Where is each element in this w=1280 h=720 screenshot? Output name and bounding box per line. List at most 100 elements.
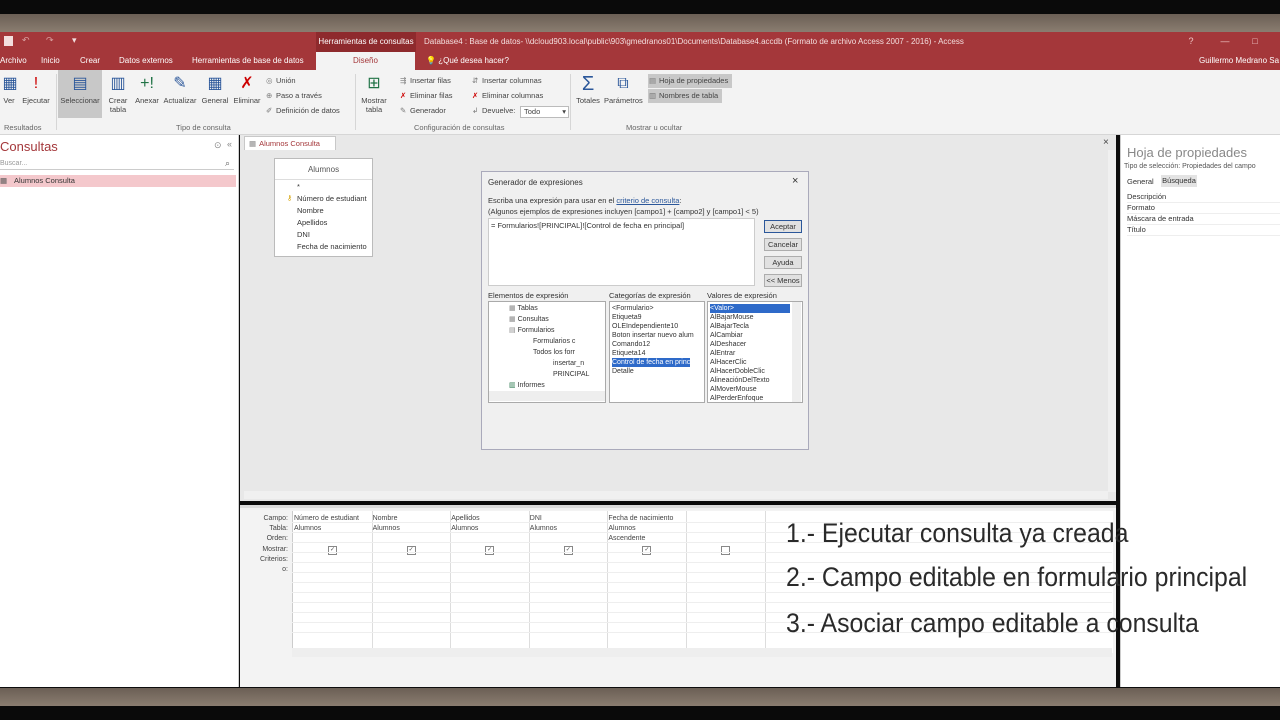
value-item[interactable]: AlPerderEnfoque	[710, 394, 763, 402]
property-row[interactable]: Máscara de entrada	[1127, 214, 1280, 225]
category-item[interactable]: Boton insertar nuevo alum	[612, 331, 694, 340]
insertar-columnas-button[interactable]: ⇵ Insertar columnas	[472, 74, 542, 88]
category-item[interactable]: <Formulario>	[612, 304, 654, 313]
actualizar-button[interactable]: ✎ Actualizar	[161, 70, 199, 118]
tab-herramientas-bd[interactable]: Herramientas de base de datos	[192, 52, 304, 70]
field-apellidos[interactable]: Apellidos	[297, 218, 327, 227]
insertar-filas-button[interactable]: ⇶ Insertar filas	[400, 74, 451, 88]
tab-diseno[interactable]: Diseño	[316, 52, 415, 70]
value-item[interactable]: AlBajarTecla	[710, 322, 749, 331]
mostrar-checkbox[interactable]: ✓	[563, 546, 573, 555]
tab-general[interactable]: General	[1127, 177, 1154, 186]
hoja-propiedades-button[interactable]: ▤ Hoja de propiedades	[648, 74, 733, 88]
customize-toolbar-icon[interactable]: ▾	[72, 35, 77, 46]
category-item-selected[interactable]: Control de fecha en princ	[612, 358, 691, 367]
mostrar-checkbox[interactable]	[721, 546, 730, 555]
tree-item-formularios[interactable]: ▤ Formularios	[509, 326, 555, 335]
help-button[interactable]: ?	[1186, 36, 1196, 46]
seleccionar-button[interactable]: ▤ Seleccionar	[58, 70, 102, 118]
value-item[interactable]: AlEntrar	[710, 349, 735, 358]
category-item[interactable]: Etiqueta14	[612, 349, 645, 358]
ayuda-button[interactable]: Ayuda	[764, 256, 802, 269]
expression-textbox[interactable]: = Formularios![PRINCIPAL]![Control de fe…	[488, 218, 755, 286]
horizontal-scrollbar[interactable]	[244, 491, 1108, 499]
maximize-button[interactable]: □	[1250, 36, 1260, 46]
cancelar-button[interactable]: Cancelar	[764, 238, 802, 251]
tree-item-tablas[interactable]: ▦ Tablas	[509, 304, 538, 313]
save-icon[interactable]	[4, 36, 13, 46]
mostrar-tabla-button[interactable]: ⊞ Mostrar tabla	[358, 70, 390, 118]
general-button[interactable]: ▦ General	[200, 70, 230, 118]
mostrar-checkbox[interactable]: ✓	[328, 546, 337, 555]
tree-item-todos-los-formularios[interactable]: Todos los forr	[533, 348, 575, 357]
category-item[interactable]: Detalle	[612, 367, 634, 376]
undo-icon[interactable]: ↶	[22, 35, 30, 46]
grid-horizontal-scrollbar[interactable]	[292, 648, 1112, 657]
document-tab[interactable]: ▦ Alumnos Consulta	[244, 136, 336, 150]
eliminar-columnas-button[interactable]: ✗ Eliminar columnas	[472, 89, 543, 103]
vertical-scrollbar[interactable]	[1108, 150, 1116, 492]
field-numero[interactable]: Número de estudiant	[297, 194, 367, 203]
property-row[interactable]: Formato	[1127, 203, 1280, 214]
value-item[interactable]: AlMoverMouse	[710, 385, 757, 394]
devuelve-select[interactable]: Todo ▾	[520, 106, 569, 118]
mostrar-checkbox[interactable]: ✓	[406, 546, 416, 555]
category-item[interactable]: Etiqueta9	[612, 313, 642, 322]
user-name[interactable]: Guillermo Medrano Sa	[1199, 52, 1279, 70]
crear-tabla-button[interactable]: ▥ Crear tabla	[104, 70, 132, 118]
categorias-list[interactable]: <Formulario> Etiqueta9 OLEIndependiente1…	[609, 301, 705, 403]
value-item-selected[interactable]: <Valor>	[710, 304, 790, 313]
field-all[interactable]: *	[297, 182, 300, 191]
category-item[interactable]: OLEIndependiente10	[612, 322, 678, 331]
value-item[interactable]: AlHacerDobleClic	[710, 367, 765, 376]
tab-crear[interactable]: Crear	[80, 52, 100, 70]
mostrar-checkbox[interactable]: ✓	[485, 546, 495, 555]
union-button[interactable]: ◎ Unión	[266, 74, 296, 88]
value-item[interactable]: AlineaciónDelTexto	[710, 376, 770, 385]
menos-button[interactable]: << Menos	[764, 274, 802, 287]
criteria-link[interactable]: criterio de consulta	[616, 196, 679, 205]
value-item[interactable]: AlBajarMouse	[710, 313, 754, 322]
tab-datos-externos[interactable]: Datos externos	[119, 52, 173, 70]
generador-button[interactable]: ✎ Generador	[400, 104, 446, 118]
close-icon[interactable]: ×	[792, 175, 798, 187]
value-item[interactable]: AlHacerClic	[710, 358, 747, 367]
field-nombre[interactable]: Nombre	[297, 206, 324, 215]
property-row[interactable]: Título	[1127, 225, 1280, 236]
splitter-bar[interactable]	[240, 505, 1116, 508]
nav-item-alumnos-consulta[interactable]: ▦ Alumnos Consulta	[0, 175, 236, 187]
property-row[interactable]: Descripción	[1127, 192, 1280, 203]
value-item[interactable]: AlCambiar	[710, 331, 743, 340]
tab-inicio[interactable]: Inicio	[41, 52, 60, 70]
parametros-button[interactable]: ⧉ Parámetros	[604, 70, 643, 118]
elementos-tree[interactable]: ▦ Tablas ▦ Consultas ▤ Formularios Formu…	[488, 301, 606, 403]
table-field-list[interactable]: Alumnos * ⚷ Número de estudiant Nombre A…	[274, 158, 373, 257]
ver-button[interactable]: ▦ Ver	[0, 70, 18, 118]
tree-item-informes[interactable]: ▥ Informes	[509, 381, 545, 390]
anexar-button[interactable]: +! Anexar	[134, 70, 160, 118]
minimize-button[interactable]: —	[1220, 36, 1230, 46]
tree-item-principal[interactable]: PRINCIPAL	[553, 370, 589, 379]
close-document-icon[interactable]: ×	[1103, 137, 1109, 148]
tree-item-formularios-cargados[interactable]: Formularios c	[533, 337, 575, 346]
eliminar-button[interactable]: ✗ Eliminar	[231, 70, 263, 118]
mostrar-checkbox[interactable]: ✓	[642, 546, 652, 555]
field-fecha[interactable]: Fecha de nacimiento	[297, 242, 367, 251]
tree-scrollbar[interactable]	[489, 391, 605, 401]
values-scrollbar[interactable]	[792, 302, 801, 402]
nombres-tabla-button[interactable]: ▥ Nombres de tabla	[648, 89, 723, 103]
eliminar-filas-button[interactable]: ✗ Eliminar filas	[400, 89, 453, 103]
field-dni[interactable]: DNI	[297, 230, 310, 239]
valores-list[interactable]: <Valor> AlBajarMouse AlBajarTecla AlCamb…	[707, 301, 803, 403]
nav-search-input[interactable]: Buscar...	[0, 159, 234, 170]
nav-menu-icon[interactable]: ⊙	[214, 140, 222, 151]
paso-a-traves-button[interactable]: ⊕ Paso a través	[266, 89, 322, 103]
tab-busqueda[interactable]: Búsqueda	[1161, 175, 1197, 187]
definicion-datos-button[interactable]: ✐ Definición de datos	[266, 104, 340, 118]
ejecutar-button[interactable]: ! Ejecutar	[20, 70, 52, 118]
search-icon[interactable]: ⌕	[225, 158, 230, 169]
tree-item-consultas[interactable]: ▦ Consultas	[509, 315, 549, 324]
redo-icon[interactable]: ↷	[46, 35, 54, 46]
aceptar-button[interactable]: Aceptar	[764, 220, 802, 233]
tell-me-search[interactable]: 💡 ¿Qué desea hacer?	[426, 52, 509, 70]
